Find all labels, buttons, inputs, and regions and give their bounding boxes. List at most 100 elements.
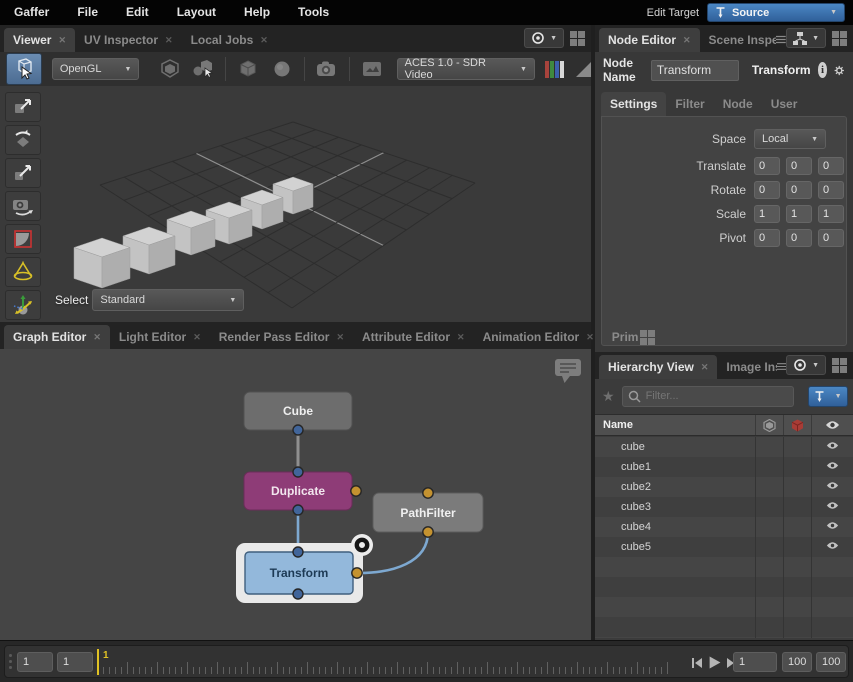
tab-uv-inspector[interactable]: UV Inspector✕ bbox=[75, 28, 182, 52]
shaded-wireframe-button[interactable] bbox=[153, 54, 187, 84]
menu-help[interactable]: Help bbox=[230, 0, 284, 25]
pivot-y-field[interactable] bbox=[786, 229, 812, 247]
node-port[interactable] bbox=[293, 589, 303, 599]
play-icon[interactable] bbox=[708, 656, 721, 669]
close-icon[interactable]: ✕ bbox=[336, 332, 344, 343]
expansion-button[interactable] bbox=[186, 54, 220, 84]
menu-gaffer[interactable]: Gaffer bbox=[0, 0, 63, 25]
close-icon[interactable]: ✕ bbox=[193, 332, 201, 343]
node-name-input[interactable] bbox=[651, 60, 739, 81]
node-port[interactable] bbox=[293, 467, 303, 477]
list-item[interactable]: cube3 bbox=[595, 497, 853, 517]
column-header-exclusions[interactable] bbox=[783, 415, 811, 435]
visibility-toggle[interactable] bbox=[811, 441, 853, 453]
rotate-y-field[interactable] bbox=[786, 181, 812, 199]
edit-target-dropdown[interactable]: Source ▼ bbox=[707, 3, 845, 22]
tab-hierarchy-view[interactable]: Hierarchy View✕ bbox=[599, 355, 717, 379]
column-header-visibility[interactable] bbox=[811, 415, 853, 435]
close-icon[interactable]: ✕ bbox=[93, 332, 101, 343]
viewport-3d[interactable]: Select Standard▼ bbox=[0, 86, 591, 322]
graph-canvas[interactable]: Cube Duplicate PathFilter bbox=[0, 349, 591, 640]
annotation-bubble-icon[interactable] bbox=[554, 358, 582, 384]
close-icon[interactable]: ✕ bbox=[260, 35, 268, 46]
current-frame-field[interactable] bbox=[733, 652, 777, 672]
channel-rgb-icon[interactable] bbox=[545, 61, 564, 78]
panel-focus-button[interactable]: ▼ bbox=[524, 28, 564, 48]
list-item[interactable]: cube bbox=[595, 437, 853, 457]
shading-mode-button[interactable] bbox=[231, 54, 265, 84]
visibility-toggle[interactable] bbox=[811, 521, 853, 533]
menu-lines-icon[interactable] bbox=[776, 34, 786, 45]
transform-gizmo-tool-button[interactable] bbox=[5, 290, 41, 320]
visibility-toggle[interactable] bbox=[811, 501, 853, 513]
tab-node-editor[interactable]: Node Editor✕ bbox=[599, 28, 700, 52]
close-icon[interactable]: ✕ bbox=[165, 35, 173, 46]
column-header-inclusions[interactable] bbox=[755, 415, 783, 435]
tab-scene-inspector[interactable]: Scene Inspecto bbox=[700, 28, 777, 52]
layout-grid-icon[interactable] bbox=[640, 330, 655, 345]
list-item[interactable]: cube5 bbox=[595, 537, 853, 557]
close-icon[interactable]: ✕ bbox=[683, 35, 691, 46]
rotate-z-field[interactable] bbox=[818, 181, 844, 199]
panel-focus-button[interactable]: ▼ bbox=[786, 355, 826, 375]
skip-to-start-icon[interactable] bbox=[691, 657, 703, 669]
menu-file[interactable]: File bbox=[63, 0, 112, 25]
translate-y-field[interactable] bbox=[786, 157, 812, 175]
visibility-toggle[interactable] bbox=[811, 481, 853, 493]
node-port[interactable] bbox=[423, 488, 433, 498]
light-tool-button[interactable] bbox=[5, 257, 41, 287]
scale-z-field[interactable] bbox=[818, 205, 844, 223]
playhead[interactable] bbox=[97, 649, 99, 675]
scale-x-field[interactable] bbox=[754, 205, 780, 223]
frame-start-field[interactable] bbox=[17, 652, 53, 672]
exposure-triangle-icon[interactable] bbox=[576, 62, 591, 77]
drag-handle[interactable] bbox=[9, 654, 12, 669]
visibility-toggle[interactable] bbox=[811, 461, 853, 473]
menu-edit[interactable]: Edit bbox=[112, 0, 163, 25]
node-port[interactable] bbox=[423, 527, 433, 537]
filter-input[interactable] bbox=[646, 390, 788, 402]
end-frame-field[interactable] bbox=[782, 652, 812, 672]
close-icon[interactable]: ✕ bbox=[457, 332, 465, 343]
scale-y-field[interactable] bbox=[786, 205, 812, 223]
renderer-dropdown[interactable]: OpenGL▼ bbox=[52, 58, 140, 80]
close-icon[interactable]: ✕ bbox=[586, 332, 594, 343]
node-transform[interactable]: Transform bbox=[236, 534, 373, 603]
tab-primitive-inspector[interactable]: Prim bbox=[603, 325, 641, 349]
node-cube[interactable]: Cube bbox=[244, 392, 352, 435]
lighting-mode-button[interactable] bbox=[265, 54, 299, 84]
node-duplicate[interactable]: Duplicate bbox=[244, 467, 361, 515]
pivot-x-field[interactable] bbox=[754, 229, 780, 247]
layout-grid-icon[interactable] bbox=[570, 31, 585, 46]
space-dropdown[interactable]: Local▼ bbox=[754, 129, 826, 149]
range-end-field[interactable] bbox=[816, 652, 846, 672]
menu-tools[interactable]: Tools bbox=[284, 0, 343, 25]
node-port[interactable] bbox=[293, 425, 303, 435]
select-mode-dropdown[interactable]: Standard▼ bbox=[92, 289, 244, 311]
rotate-x-field[interactable] bbox=[754, 181, 780, 199]
view-settings-button[interactable] bbox=[355, 54, 389, 84]
rotate-tool-button[interactable] bbox=[5, 125, 41, 155]
tab-graph-editor[interactable]: Graph Editor✕ bbox=[4, 325, 110, 349]
tab-animation-editor[interactable]: Animation Editor✕ bbox=[474, 325, 603, 349]
tab-user[interactable]: User bbox=[762, 92, 807, 116]
pivot-z-field[interactable] bbox=[818, 229, 844, 247]
close-icon[interactable]: ✕ bbox=[701, 362, 709, 373]
tab-light-editor[interactable]: Light Editor✕ bbox=[110, 325, 210, 349]
frame-field[interactable] bbox=[57, 652, 93, 672]
node-port[interactable] bbox=[351, 486, 361, 496]
node-editor-mode-button[interactable]: ▼ bbox=[786, 28, 826, 48]
display-transform-dropdown[interactable]: ACES 1.0 - SDR Video▼ bbox=[397, 58, 535, 80]
timeline-ruler[interactable] bbox=[97, 649, 683, 677]
translate-x-field[interactable] bbox=[754, 157, 780, 175]
tab-settings[interactable]: Settings bbox=[601, 92, 666, 116]
visibility-toggle[interactable] bbox=[811, 541, 853, 553]
camera-settings-button[interactable] bbox=[310, 54, 344, 84]
translate-tool-button[interactable] bbox=[5, 92, 41, 122]
node-pathfilter[interactable]: PathFilter bbox=[373, 488, 483, 537]
tab-attribute-editor[interactable]: Attribute Editor✕ bbox=[353, 325, 474, 349]
layout-grid-icon[interactable] bbox=[832, 358, 847, 373]
tab-local-jobs[interactable]: Local Jobs✕ bbox=[182, 28, 277, 52]
node-port[interactable] bbox=[293, 547, 303, 557]
info-icon[interactable]: i bbox=[818, 62, 828, 78]
